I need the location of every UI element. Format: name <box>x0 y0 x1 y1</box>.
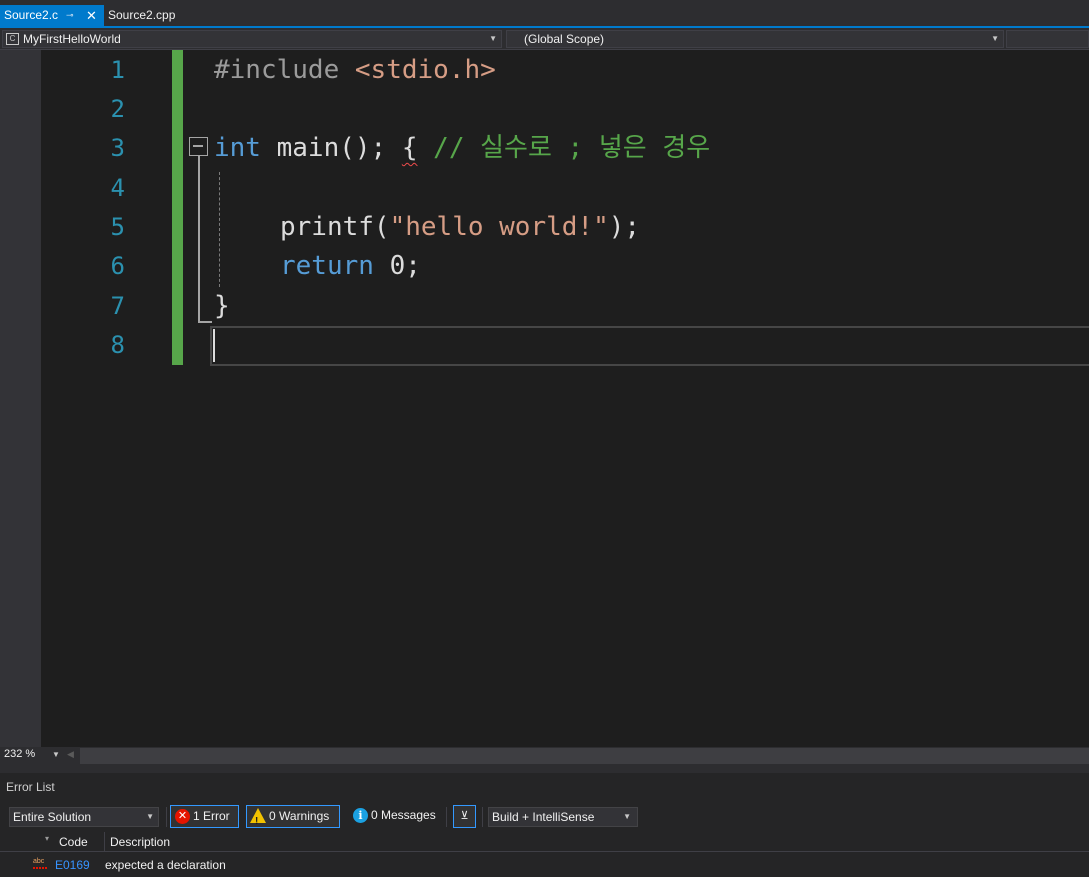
editor-status-strip: 232 % ▼ ◀ <box>0 747 1089 765</box>
column-header-description[interactable]: Description <box>110 835 170 849</box>
table-row[interactable]: abc E0169 expected a declaration <box>0 855 1089 875</box>
project-dropdown[interactable]: C MyFirstHelloWorld ▼ <box>2 30 502 48</box>
column-header-code[interactable]: Code <box>59 835 88 849</box>
tab-label: Source2.cpp <box>108 8 176 22</box>
toolbar-separator <box>166 807 167 827</box>
outline-line <box>198 156 200 323</box>
error-list-panel: Error List Entire Solution ▼ ✕ 1 Error !… <box>0 765 1089 877</box>
warnings-count: 0 Warnings <box>269 809 330 823</box>
code-text: main(); <box>260 133 402 163</box>
code-editor[interactable]: 1 2 3 4 5 6 7 8 #include <stdio.h> int m… <box>0 50 1089 747</box>
error-list-toolbar: Entire Solution ▼ ✕ 1 Error ! 0 Warnings… <box>0 797 1089 828</box>
chevron-down-icon[interactable]: ▼ <box>52 750 60 759</box>
chevron-down-icon: ▼ <box>623 812 631 821</box>
pin-icon[interactable]: ⊸ <box>66 5 74 26</box>
zoom-level[interactable]: 232 % <box>4 748 35 760</box>
keyword: return <box>280 251 374 281</box>
code-text: ); <box>608 212 641 242</box>
chevron-down-icon: ▼ <box>146 812 154 821</box>
scope-name: (Global Scope) <box>524 32 605 46</box>
line-number: 5 <box>110 213 125 241</box>
outline-end <box>198 321 212 323</box>
navigation-bar: C MyFirstHelloWorld ▼ (Global Scope) ▼ <box>0 28 1089 50</box>
include-header: <stdio.h> <box>339 55 496 85</box>
error-list-header: ▾ Code Description <box>0 832 1089 852</box>
intellisense-error-icon: abc <box>33 858 48 869</box>
scroll-left-icon[interactable]: ◀ <box>67 749 74 760</box>
code-text: 0; <box>373 251 421 281</box>
code-line-3: int main(); { // 실수로 ; 넣은 경우 <box>214 128 710 168</box>
error-squiggle: { <box>401 133 418 163</box>
build-source-value: Build + IntelliSense <box>492 810 595 824</box>
keyword: int <box>214 133 261 163</box>
messages-count: 0 Messages <box>371 808 436 822</box>
preprocessor-directive: #include <box>214 55 340 85</box>
chevron-down-icon: ▼ <box>489 34 497 43</box>
warning-icon: ! <box>250 808 266 827</box>
code-comment: // 실수로 ; 넣은 경우 <box>417 133 711 163</box>
scope-filter-value: Entire Solution <box>13 810 92 824</box>
selection-margin[interactable] <box>0 50 41 747</box>
error-icon: ✕ <box>175 809 190 824</box>
scope-filter-dropdown[interactable]: Entire Solution ▼ <box>9 807 159 827</box>
line-number: 8 <box>110 331 125 359</box>
messages-filter-button[interactable]: i 0 Messages <box>349 805 441 828</box>
project-name: MyFirstHelloWorld <box>23 32 121 46</box>
line-number: 7 <box>110 292 125 320</box>
tab-source2-cpp[interactable]: Source2.cpp <box>104 5 200 26</box>
column-divider[interactable] <box>104 832 105 852</box>
code-line-5: printf("hello world!"); <box>280 207 640 247</box>
code-line-6: return 0; <box>280 246 421 286</box>
warnings-filter-button[interactable]: ! 0 Warnings <box>246 805 340 828</box>
error-code-link[interactable]: E0169 <box>55 858 90 872</box>
code-line-7: } <box>214 286 230 326</box>
line-number-gutter: 1 2 3 4 5 6 7 8 <box>41 50 171 747</box>
closing-brace: } <box>214 291 230 321</box>
panel-title: Error List <box>6 780 55 794</box>
horizontal-scrollbar[interactable] <box>80 748 1089 764</box>
chevron-down-icon: ▼ <box>991 34 999 43</box>
code-line-1: #include <stdio.h> <box>214 50 496 90</box>
code-text: printf( <box>280 212 390 242</box>
collapse-icon[interactable] <box>189 137 208 156</box>
errors-filter-button[interactable]: ✕ 1 Error <box>170 805 239 828</box>
line-number: 4 <box>110 174 125 202</box>
tab-label: Source2.c <box>4 8 59 22</box>
member-dropdown[interactable] <box>1006 30 1089 48</box>
current-line-highlight <box>210 326 1089 366</box>
toolbar-separator <box>446 807 447 827</box>
document-tab-bar: Source2.c ⊸ ✕ Source2.cpp <box>0 0 1089 28</box>
project-icon: C <box>6 33 19 45</box>
indent-guide <box>219 172 220 287</box>
error-description: expected a declaration <box>105 858 226 872</box>
scope-dropdown[interactable]: (Global Scope) ▼ <box>506 30 1004 48</box>
build-source-dropdown[interactable]: Build + IntelliSense ▼ <box>488 807 638 827</box>
tab-source2-c[interactable]: Source2.c ⊸ ✕ <box>0 5 104 26</box>
sort-icon[interactable]: ▾ <box>45 834 49 843</box>
close-icon[interactable]: ✕ <box>86 5 97 26</box>
line-number: 2 <box>110 95 125 123</box>
string-literal: "hello world!" <box>389 212 609 242</box>
errors-count: 1 Error <box>193 809 230 823</box>
toolbar-separator <box>482 807 483 827</box>
text-caret <box>213 329 215 362</box>
line-number: 3 <box>110 134 125 162</box>
filter-icon[interactable]: ⊻ <box>453 805 476 828</box>
line-number: 1 <box>110 56 125 84</box>
info-icon: i <box>353 808 368 823</box>
change-tracking-bar <box>172 50 183 365</box>
line-number: 6 <box>110 252 125 280</box>
